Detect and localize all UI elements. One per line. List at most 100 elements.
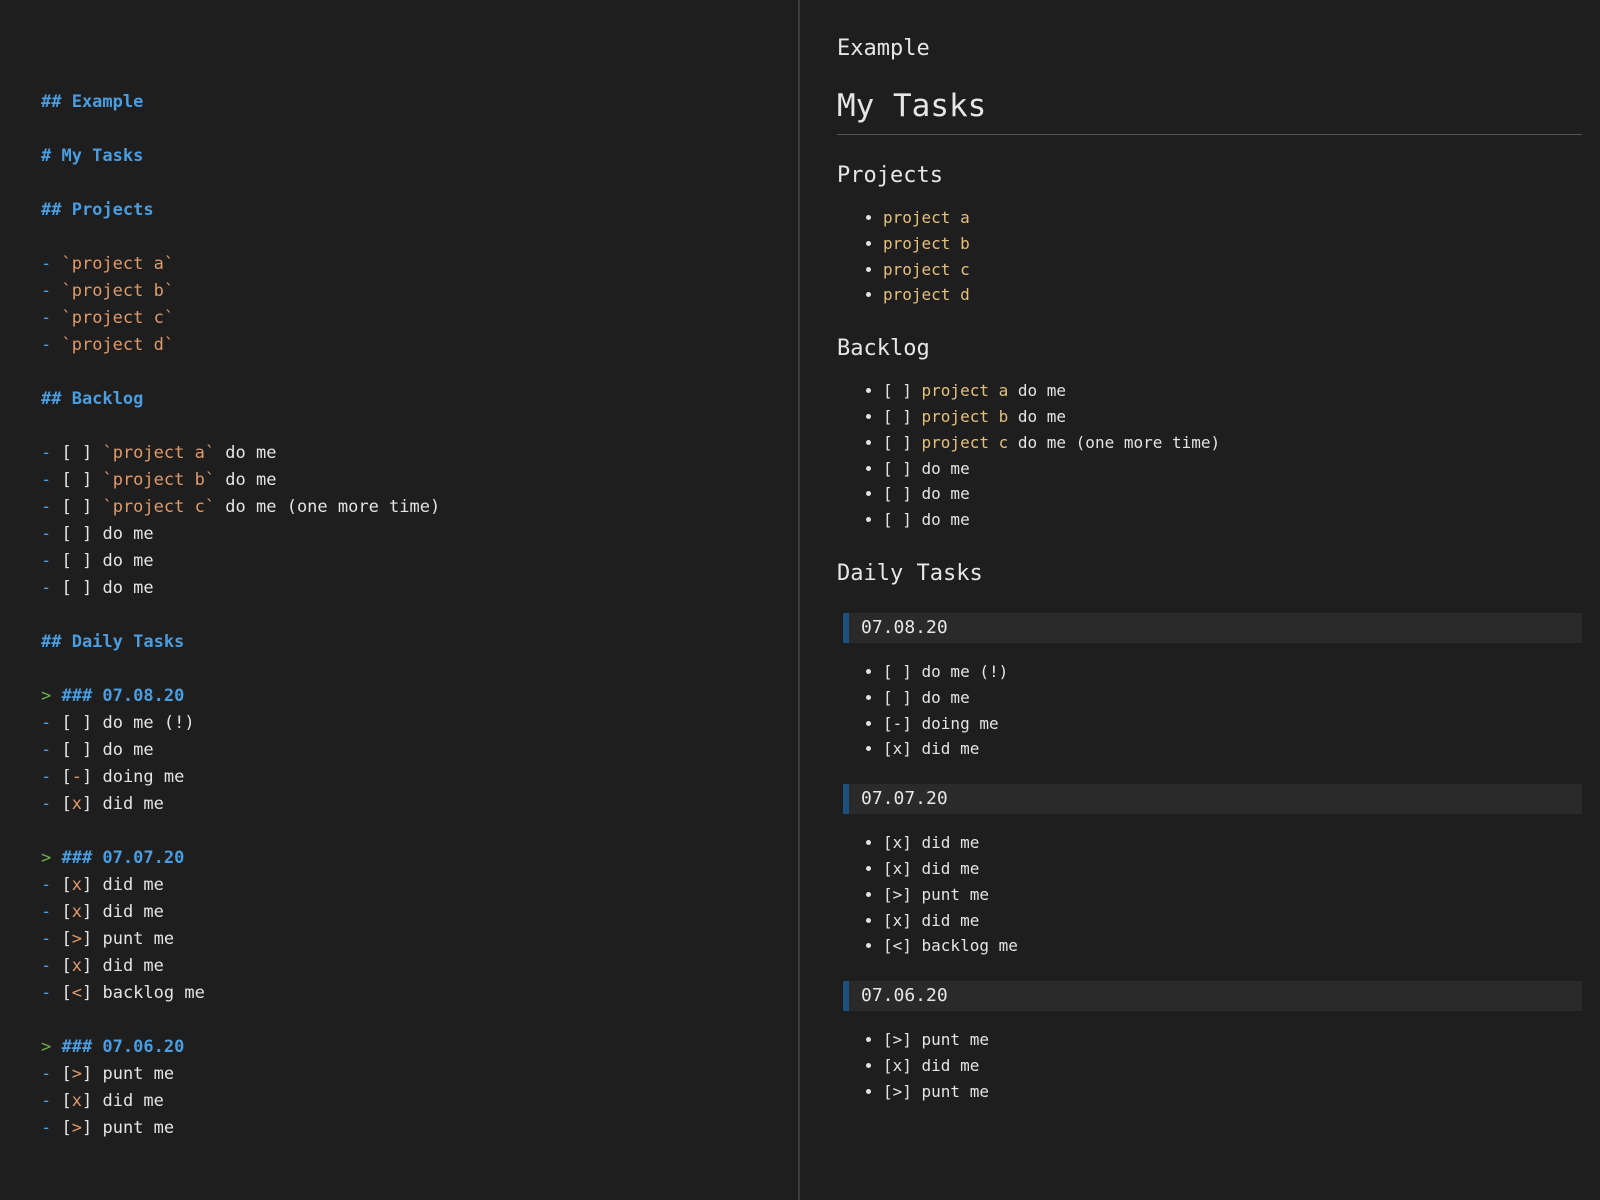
editor-line[interactable]: - `project b` — [41, 278, 798, 305]
task-checkbox-text: [<] — [883, 936, 922, 956]
task-text: do me — [921, 687, 970, 707]
editor-line[interactable]: > ### 07.06.20 — [41, 1034, 798, 1061]
editor-line[interactable]: - `project c` — [41, 305, 798, 332]
task-text: did me — [921, 910, 980, 930]
editor-heading-text: ## Example — [41, 92, 144, 112]
list-marker: - — [41, 524, 62, 544]
task-text: did me — [921, 1055, 980, 1075]
editor-line[interactable]: - [>] punt me — [41, 926, 798, 953]
editor-line[interactable]: - [ ] `project b` do me — [41, 467, 798, 494]
editor-line[interactable]: - [ ] do me — [41, 575, 798, 602]
checkbox-bracket: ] — [81, 929, 103, 949]
editor-line[interactable] — [41, 818, 798, 845]
task-text: did me — [921, 833, 980, 853]
editor-line[interactable] — [41, 413, 798, 440]
task-checkbox-text: [ ] — [883, 432, 922, 452]
editor-line[interactable]: - [x] did me — [41, 872, 798, 899]
editor-line[interactable]: - [x] did me — [41, 791, 798, 818]
editor-line[interactable] — [41, 602, 798, 629]
task-text: punt me — [102, 929, 175, 949]
list-marker: - — [41, 740, 62, 760]
editor-line[interactable]: - [ ] do me (!) — [41, 710, 798, 737]
task-text: punt me — [921, 884, 989, 904]
editor-line[interactable]: - [<] backlog me — [41, 980, 798, 1007]
task-item: [ ] do me — [883, 456, 1582, 482]
list-marker: - — [41, 551, 62, 571]
editor-heading-text: ## Projects — [41, 200, 154, 220]
task-item: [x] did me — [883, 856, 1582, 882]
checkbox-bracket: ] — [81, 443, 103, 463]
list-marker: - — [41, 929, 62, 949]
editor-line[interactable]: - [>] punt me — [41, 1115, 798, 1142]
editor-line[interactable]: ## Example — [41, 89, 798, 116]
task-item: [ ] project b do me — [883, 404, 1582, 430]
inline-code: project a — [921, 381, 1009, 401]
checkbox-state: > — [71, 1118, 82, 1138]
inline-code: project c — [883, 259, 970, 279]
editor-line[interactable]: - [ ] do me — [41, 548, 798, 575]
list-marker: - — [41, 956, 62, 976]
editor-line[interactable] — [41, 359, 798, 386]
editor-line[interactable] — [41, 224, 798, 251]
editor-line[interactable]: - [ ] do me — [41, 521, 798, 548]
editor-line[interactable] — [41, 62, 798, 89]
editor-line[interactable]: - [x] did me — [41, 899, 798, 926]
editor-line[interactable]: > ### 07.08.20 — [41, 683, 798, 710]
inline-code: project a — [883, 208, 970, 227]
editor-line[interactable]: > ### 07.07.20 — [41, 845, 798, 872]
list-marker: - — [41, 335, 62, 355]
editor-line[interactable] — [41, 116, 798, 143]
task-checkbox-text: [ ] — [883, 381, 922, 401]
task-checkbox-text: [x] — [883, 739, 922, 759]
inline-code: `project a` — [102, 443, 216, 463]
editor-line[interactable]: - [ ] `project c` do me (one more time) — [41, 494, 798, 521]
list-marker: - — [41, 794, 62, 814]
editor-line[interactable]: - [ ] do me — [41, 737, 798, 764]
checkbox-state: x — [71, 1091, 82, 1111]
inline-code: `project b` — [102, 470, 216, 490]
task-text: do me — [921, 458, 970, 478]
editor-line[interactable] — [41, 1007, 798, 1034]
editor-line[interactable]: ## Daily Tasks — [41, 629, 798, 656]
checkbox-state: x — [71, 956, 82, 976]
checkbox-bracket: ] — [81, 794, 103, 814]
task-checkbox-text: [>] — [883, 1030, 922, 1050]
editor-line[interactable]: - `project a` — [41, 251, 798, 278]
task-text: do me — [102, 578, 154, 598]
editor-line[interactable]: ## Backlog — [41, 386, 798, 413]
list-marker: - — [41, 767, 62, 787]
editor-line[interactable]: # My Tasks — [41, 143, 798, 170]
task-text: do me (one more time) — [215, 497, 441, 517]
day-task-list: [x] did me[x] did me[>] punt me[x] did m… — [837, 830, 1582, 959]
task-checkbox-text: [>] — [883, 1081, 922, 1101]
checkbox-state — [72, 740, 82, 760]
markdown-editor[interactable]: ## Example # My Tasks ## Projects - `projec… — [0, 0, 800, 1200]
checkbox-bracket: ] — [81, 767, 103, 787]
checkbox-bracket: [ — [61, 470, 72, 490]
checkbox-bracket: ] — [81, 713, 103, 733]
task-text: do me (!) — [921, 661, 1009, 681]
task-item: [ ] do me — [883, 507, 1582, 533]
task-text: punt me — [921, 1030, 989, 1050]
editor-line[interactable]: - [ ] `project a` do me — [41, 440, 798, 467]
editor-line[interactable]: - `project d` — [41, 332, 798, 359]
task-text: did me — [921, 858, 980, 878]
checkbox-bracket: ] — [81, 902, 103, 922]
editor-line[interactable] — [41, 656, 798, 683]
project-item: project c — [883, 257, 1582, 283]
editor-line[interactable]: - [x] did me — [41, 1088, 798, 1115]
task-text: do me — [1017, 406, 1067, 426]
editor-line[interactable]: ## Projects — [41, 197, 798, 224]
task-checkbox-text: [ ] — [883, 406, 922, 426]
task-text: do me — [102, 551, 154, 571]
list-marker: - — [41, 1118, 62, 1138]
editor-line[interactable] — [41, 170, 798, 197]
list-marker: - — [41, 713, 62, 733]
editor-heading-text: ### 07.07.20 — [61, 848, 185, 868]
task-checkbox-text: [ ] — [883, 484, 922, 504]
editor-line[interactable]: - [x] did me — [41, 953, 798, 980]
inline-code: `project a` — [61, 254, 175, 274]
projects-list: project a project b project c project d — [837, 205, 1582, 308]
editor-line[interactable]: - [>] punt me — [41, 1061, 798, 1088]
editor-line[interactable]: - [-] doing me — [41, 764, 798, 791]
